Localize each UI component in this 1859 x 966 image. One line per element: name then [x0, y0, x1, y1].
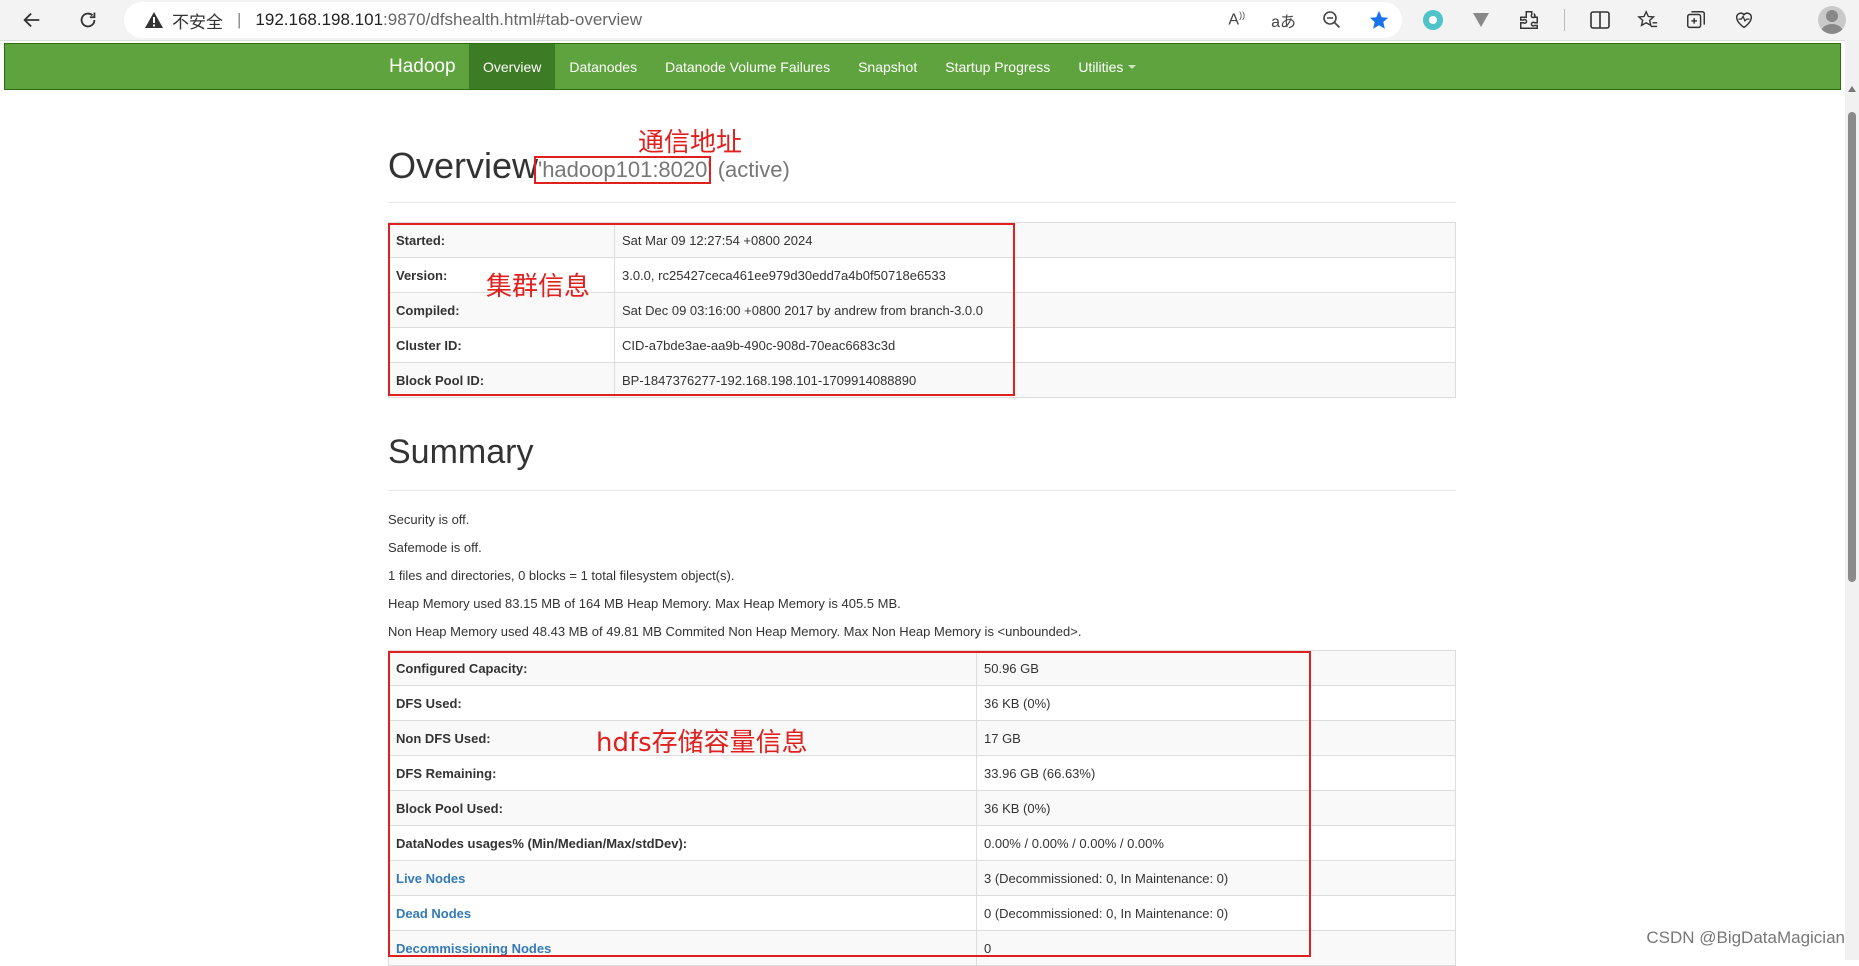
hadoop-navbar: Hadoop Overview Datanodes Datanode Volum…: [4, 43, 1841, 90]
favorite-star-icon[interactable]: [1368, 9, 1390, 31]
extension-circle-icon[interactable]: [1420, 7, 1446, 33]
watermark: CSDN @BigDataMagician: [1646, 928, 1845, 947]
back-icon[interactable]: [14, 2, 50, 38]
scroll-up-arrow[interactable]: [1848, 86, 1856, 92]
chevron-down-icon: [1128, 64, 1137, 69]
scrollbar-thumb[interactable]: [1848, 112, 1856, 582]
highlight-cluster-box: [388, 223, 1015, 396]
namenode-status: (active): [717, 157, 790, 182]
menu-utilities[interactable]: Utilities: [1064, 44, 1150, 89]
split-screen-icon[interactable]: [1587, 7, 1613, 33]
extensions-puzzle-icon[interactable]: [1516, 7, 1542, 33]
vertical-scrollbar[interactable]: [1845, 40, 1859, 960]
address-bar[interactable]: 不安全 | 192.168.198.101:9870/dfshealth.htm…: [124, 2, 1402, 38]
profile-avatar[interactable]: [1818, 6, 1846, 34]
tab-snapshot[interactable]: Snapshot: [844, 44, 931, 89]
tab-datanodes[interactable]: Datanodes: [555, 44, 651, 89]
safemode-status: Safemode is off.: [388, 540, 482, 555]
page-title: Overview: [388, 145, 539, 186]
summary-title: Summary: [388, 433, 534, 471]
zoom-out-icon[interactable]: [1322, 10, 1342, 30]
security-warning[interactable]: 不安全: [144, 8, 223, 33]
heap-memory: Heap Memory used 83.15 MB of 164 MB Heap…: [388, 596, 901, 611]
highlight-address-box: [534, 156, 711, 184]
warning-icon: [145, 12, 163, 28]
hadoop-brand[interactable]: Hadoop: [389, 44, 456, 89]
collections-icon[interactable]: [1683, 7, 1709, 33]
toolbar-divider: [1564, 9, 1565, 31]
security-status: Security is off.: [388, 512, 470, 527]
url-host: 192.168.198.101: [255, 10, 384, 29]
section-divider: [388, 202, 1456, 203]
read-aloud-icon[interactable]: A)): [1228, 10, 1245, 29]
favorites-icon[interactable]: [1635, 7, 1661, 33]
nav-menu: Overview Datanodes Datanode Volume Failu…: [469, 44, 1150, 89]
filesystem-objects: 1 files and directories, 0 blocks = 1 to…: [388, 568, 735, 583]
section-divider: [388, 490, 1456, 491]
tab-overview[interactable]: Overview: [469, 44, 556, 89]
refresh-icon[interactable]: [70, 2, 106, 38]
annotation-storage: hdfs存储容量信息: [596, 728, 808, 758]
annotation-address: 通信地址: [638, 128, 743, 158]
browser-toolbar: 不安全 | 192.168.198.101:9870/dfshealth.htm…: [0, 0, 1859, 40]
browser-essentials-icon[interactable]: [1731, 7, 1757, 33]
tab-datanode-volume-failures[interactable]: Datanode Volume Failures: [651, 44, 844, 89]
url-path: :9870/dfshealth.html#tab-overview: [383, 10, 642, 29]
highlight-storage-box: [388, 651, 1311, 957]
extension-v-icon[interactable]: [1468, 7, 1494, 33]
warning-label: 不安全: [172, 12, 223, 32]
translate-icon[interactable]: aあ: [1271, 8, 1296, 32]
address-separator: |: [237, 10, 242, 29]
tab-startup-progress[interactable]: Startup Progress: [931, 44, 1064, 89]
non-heap-memory: Non Heap Memory used 48.43 MB of 49.81 M…: [388, 624, 1082, 639]
annotation-cluster: 集群信息: [486, 272, 591, 302]
